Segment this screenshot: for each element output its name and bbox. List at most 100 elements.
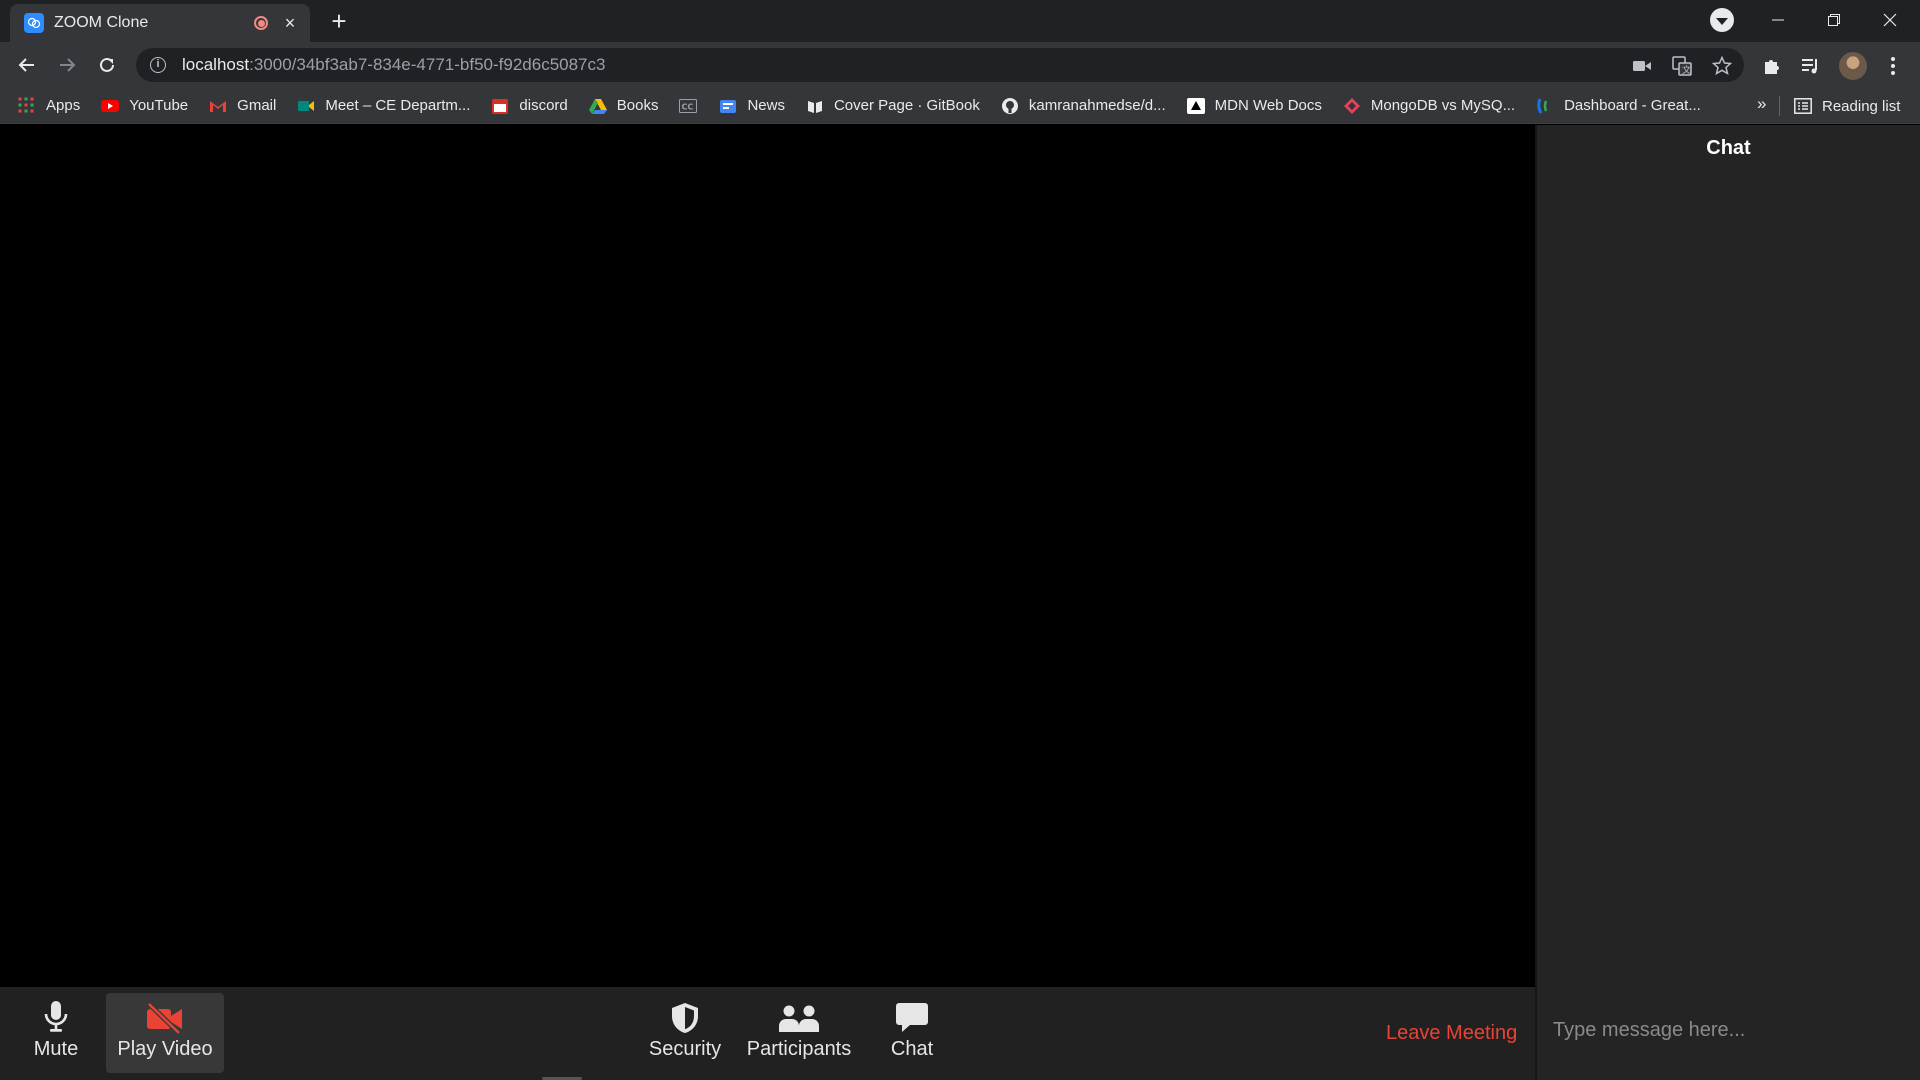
- reload-icon: [100, 57, 114, 72]
- close-window-button[interactable]: [1862, 0, 1918, 40]
- bookmark-item[interactable]: Cover Page · GitBook: [806, 92, 989, 120]
- meeting-controls-bar: Mute Play Video Security Participants Ch…: [0, 987, 1535, 1080]
- extensions-icon[interactable]: [1761, 55, 1783, 77]
- security-label: Security: [648, 1038, 722, 1060]
- url-text[interactable]: localhost:3000/34bf3ab7-834e-4771-bf50-f…: [182, 55, 605, 75]
- bookmark-label: Dashboard - Great...: [1564, 97, 1701, 114]
- google-drive-icon: [588, 97, 607, 115]
- browser-tabstrip: ZOOM Clone × +: [0, 0, 1920, 42]
- apps-grid-icon: [18, 97, 36, 115]
- play-video-button[interactable]: Play Video: [106, 993, 224, 1073]
- bookmark-label: Cover Page · GitBook: [833, 97, 980, 114]
- calendar-icon: [491, 97, 509, 115]
- chat-bubble-icon: [896, 1003, 928, 1032]
- close-icon: [1883, 13, 1897, 27]
- bookmarks-overflow-button[interactable]: »: [1757, 94, 1766, 114]
- recording-indicator-icon: [254, 16, 268, 30]
- tab-search-icon[interactable]: [1710, 8, 1734, 32]
- address-bar[interactable]: i localhost:3000/34bf3ab7-834e-4771-bf50…: [136, 48, 1744, 82]
- mongodb-icon: [1343, 97, 1361, 115]
- url-path: :3000/34bf3ab7-834e-4771-bf50-f92d6c5087…: [249, 55, 606, 74]
- bookmark-star-icon[interactable]: [1712, 56, 1732, 76]
- chat-panel: Chat: [1537, 125, 1920, 1080]
- bookmark-item[interactable]: Dashboard - Great...: [1536, 92, 1710, 120]
- play-video-label: Play Video: [117, 1038, 213, 1060]
- video-area: [0, 125, 1535, 987]
- bookmark-item[interactable]: discord: [491, 92, 576, 120]
- restore-icon: [1828, 14, 1840, 26]
- browser-toolbar: i localhost:3000/34bf3ab7-834e-4771-bf50…: [0, 42, 1920, 88]
- google-meet-icon: [297, 97, 315, 115]
- url-host: localhost: [182, 55, 250, 74]
- bookmark-item[interactable]: Books: [588, 92, 668, 120]
- reading-list-label: Reading list: [1822, 97, 1901, 115]
- bookmarks-bar: Apps YouTube Gmail Meet – CE Departm... disc…: [0, 88, 1920, 124]
- zoom-clone-icon: [24, 13, 44, 33]
- gitbook-icon: [806, 97, 824, 115]
- menu-kebab-icon[interactable]: [1882, 55, 1904, 77]
- microphone-icon: [44, 1001, 68, 1032]
- reload-button[interactable]: [91, 49, 123, 81]
- bookmark-item[interactable]: News: [719, 92, 794, 120]
- security-button[interactable]: Security: [646, 993, 724, 1073]
- bookmark-label: discord: [519, 97, 568, 114]
- restore-button[interactable]: [1806, 0, 1862, 40]
- translate-icon[interactable]: 文: [1672, 56, 1692, 76]
- svg-text:CC: CC: [682, 102, 694, 111]
- bookmark-item[interactable]: MongoDB vs MySQ...: [1343, 92, 1524, 120]
- chat-label: Chat: [890, 1038, 934, 1060]
- bookmark-label: MongoDB vs MySQ...: [1370, 97, 1516, 114]
- participants-icon: [779, 1005, 819, 1032]
- mdn-icon: [1186, 97, 1205, 115]
- bookmark-label: YouTube: [129, 97, 189, 114]
- video-off-icon: [147, 1002, 182, 1034]
- bookmark-item[interactable]: Gmail: [209, 92, 285, 120]
- reading-list-button[interactable]: Reading list: [1794, 92, 1900, 120]
- bookmark-label: Books: [616, 97, 659, 114]
- gmail-icon: [209, 97, 227, 115]
- tab-title: ZOOM Clone: [54, 14, 149, 31]
- new-tab-button[interactable]: +: [325, 7, 353, 35]
- reading-list-icon: [1794, 98, 1812, 114]
- forward-button[interactable]: [51, 49, 83, 81]
- bookmark-item[interactable]: Meet – CE Departm...: [297, 92, 479, 120]
- participants-label: Participants: [746, 1038, 852, 1060]
- mute-label: Mute: [33, 1038, 79, 1060]
- camera-in-use-icon[interactable]: [1632, 56, 1652, 76]
- site-info-icon[interactable]: i: [150, 57, 166, 73]
- arrow-left-icon: [18, 58, 34, 72]
- chat-title: Chat: [1706, 137, 1751, 159]
- github-icon: [1001, 97, 1019, 115]
- bookmark-label: kamranahmedse/d...: [1028, 97, 1166, 114]
- bookmark-item[interactable]: kamranahmedse/d...: [1001, 92, 1175, 120]
- chat-message-input[interactable]: [1545, 1010, 1910, 1050]
- leave-meeting-button[interactable]: Leave Meeting: [1386, 1022, 1517, 1045]
- google-news-icon: [719, 97, 737, 115]
- bookmark-label: Gmail: [237, 97, 277, 114]
- bookmark-label: Apps: [46, 97, 81, 114]
- back-button[interactable]: [11, 49, 43, 81]
- tab-close-icon[interactable]: ×: [282, 13, 298, 34]
- dashboard-icon: [1536, 97, 1554, 115]
- bookmark-label: MDN Web Docs: [1214, 97, 1322, 114]
- media-controls-icon[interactable]: [1800, 55, 1822, 77]
- cc-icon: CC: [679, 97, 698, 115]
- mute-button[interactable]: Mute: [22, 993, 90, 1073]
- camera-icon: [1633, 61, 1651, 71]
- bookmark-item[interactable]: CC: [679, 92, 707, 120]
- bookmark-item[interactable]: MDN Web Docs: [1186, 92, 1331, 120]
- chat-button[interactable]: Chat: [876, 993, 948, 1073]
- svg-text:文: 文: [1682, 64, 1691, 76]
- bookmark-label: Meet – CE Departm...: [325, 97, 471, 114]
- bookmark-label: News: [747, 97, 785, 114]
- profile-avatar[interactable]: [1839, 52, 1867, 80]
- participants-button[interactable]: Participants: [744, 993, 854, 1073]
- bookmarks-separator: [1779, 96, 1780, 116]
- bookmark-item[interactable]: Apps: [18, 92, 89, 120]
- browser-tab[interactable]: ZOOM Clone ×: [10, 4, 310, 42]
- bookmark-item[interactable]: YouTube: [101, 92, 197, 120]
- minimize-icon: [1772, 19, 1784, 21]
- arrow-right-icon: [60, 58, 76, 72]
- shield-icon: [672, 1003, 698, 1033]
- minimize-button[interactable]: [1750, 0, 1806, 40]
